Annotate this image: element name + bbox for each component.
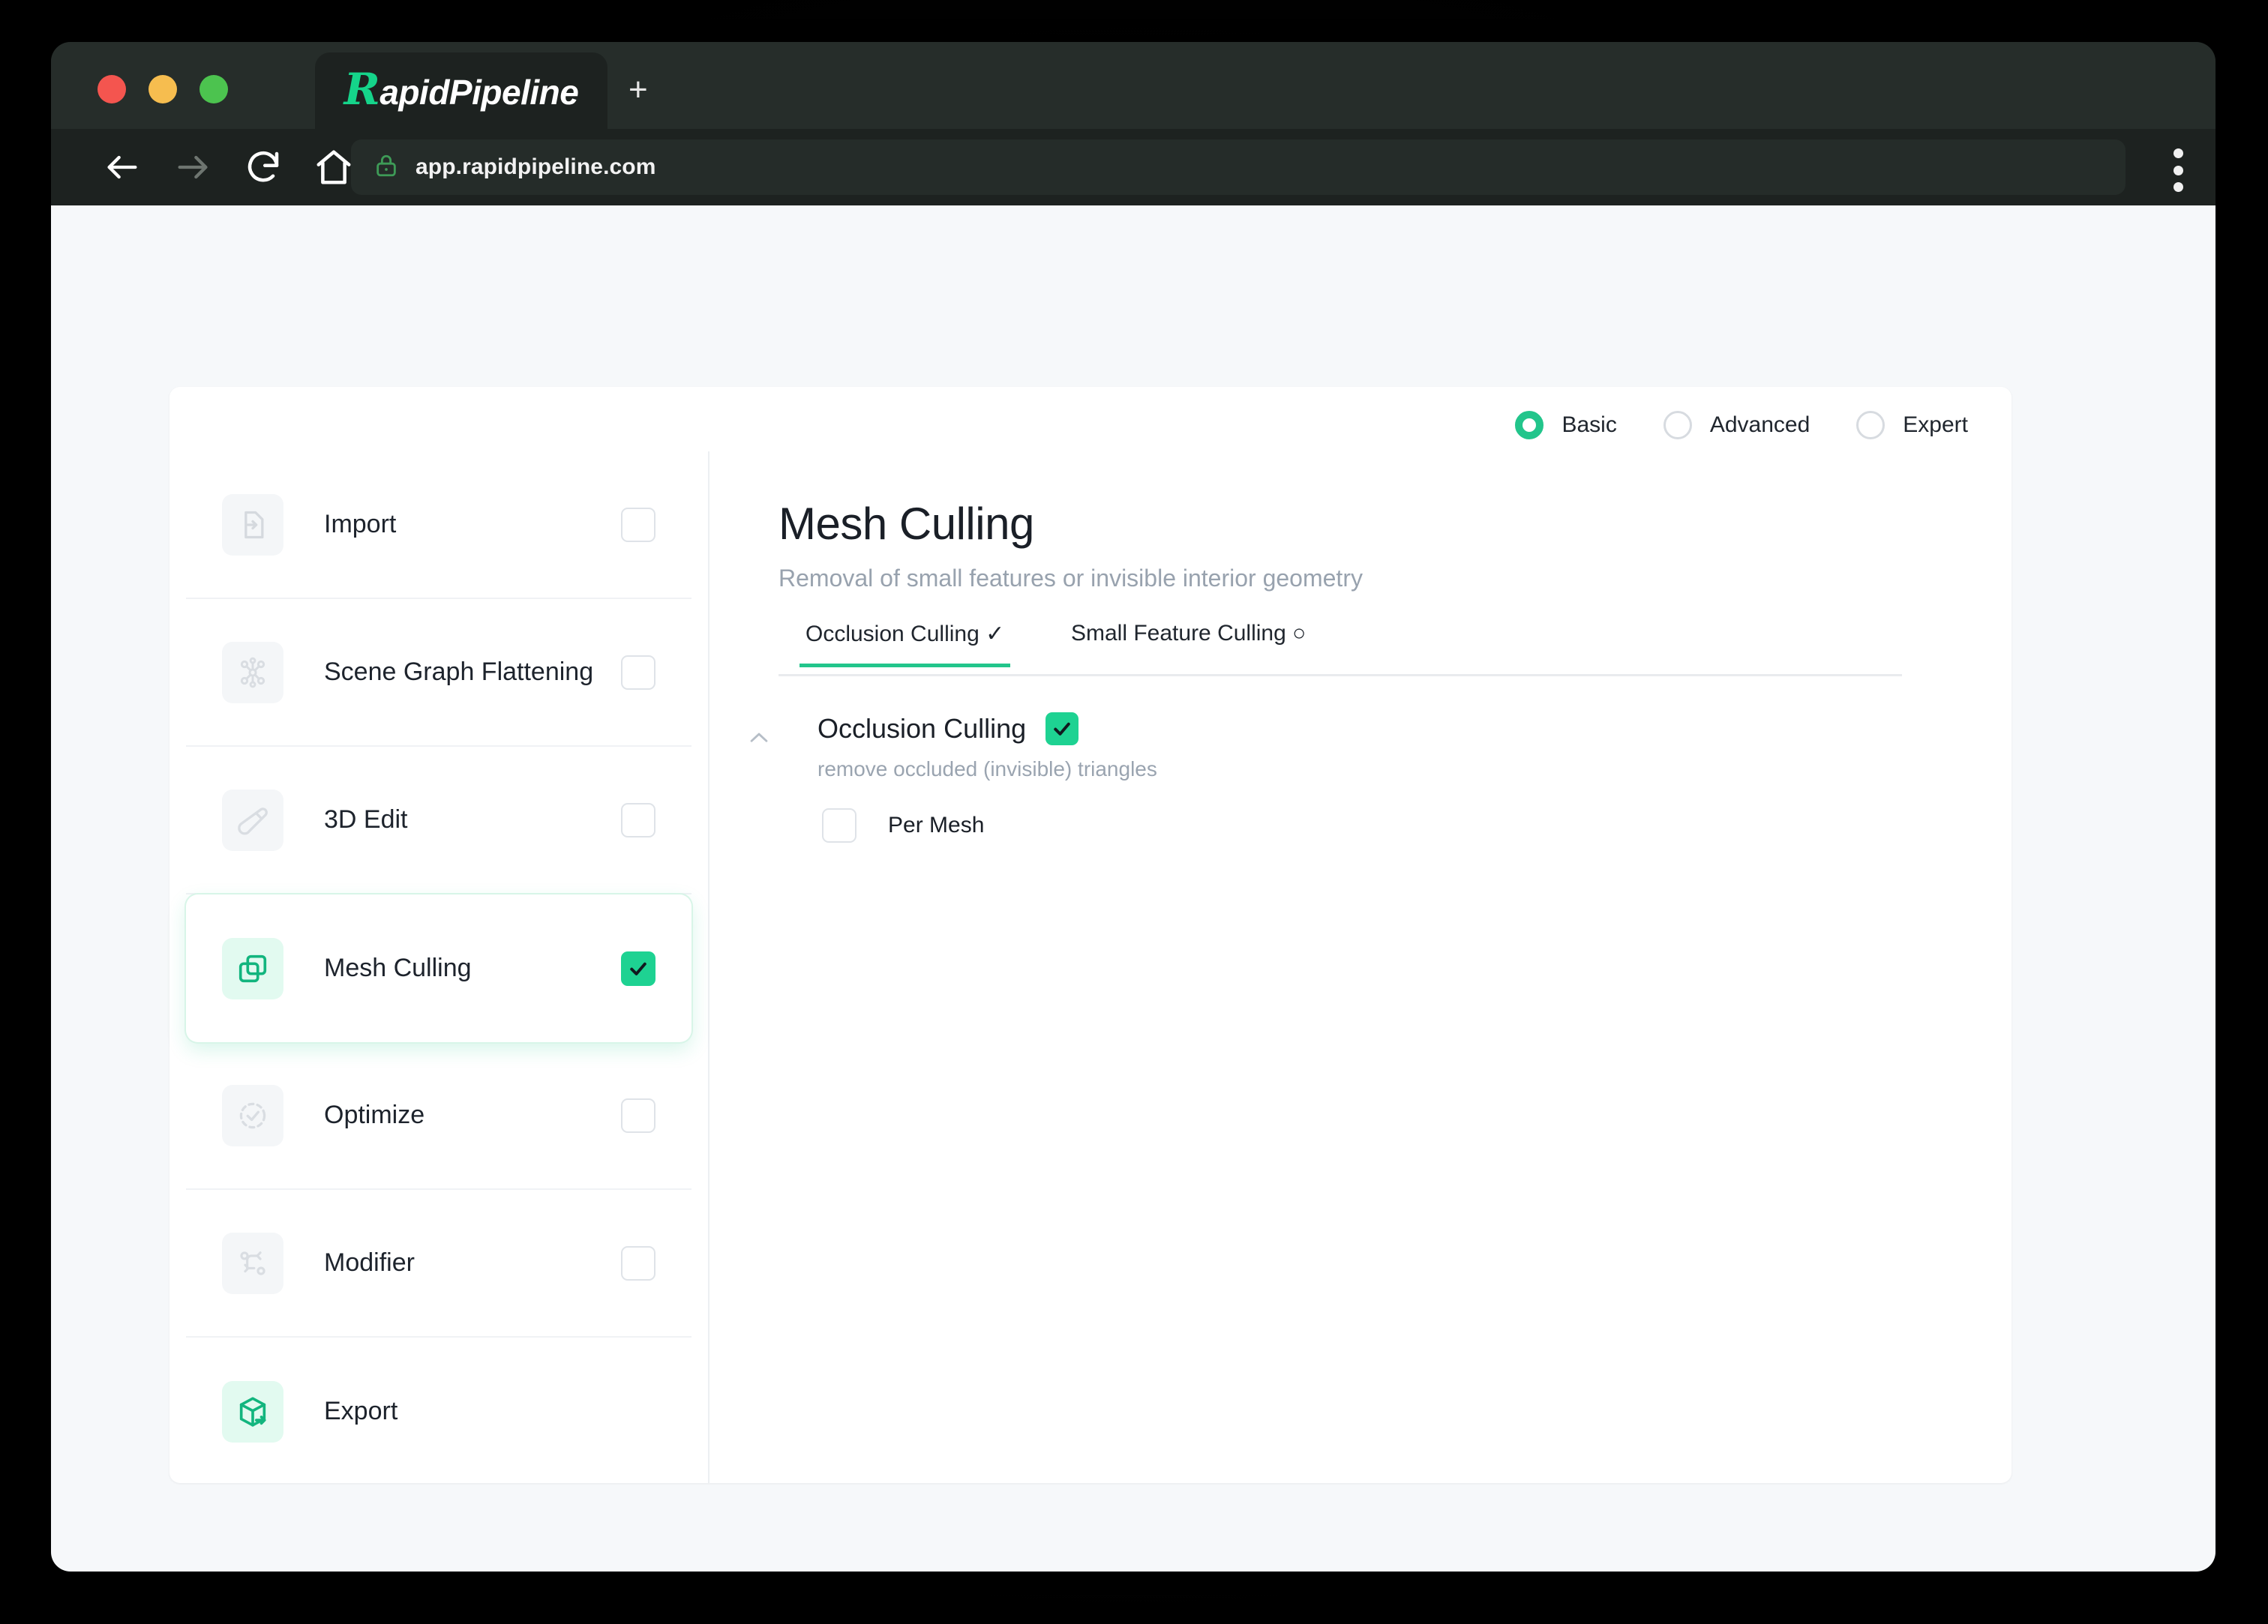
- maximize-window-button[interactable]: [200, 75, 228, 103]
- export-icon: [222, 1380, 284, 1443]
- occlusion-culling-title: Occlusion Culling: [818, 713, 1027, 744]
- sidebar-item-import[interactable]: Import: [186, 451, 692, 599]
- scene-graph-icon: [222, 641, 284, 703]
- url-text: app.rapidpipeline.com: [416, 154, 656, 179]
- sidebar-item-label: Scene Graph Flattening: [324, 658, 594, 686]
- sidebar-item-optimize[interactable]: Optimize: [186, 1042, 692, 1190]
- import-icon: [222, 493, 284, 556]
- mode-option-expert[interactable]: Expert: [1856, 411, 1968, 439]
- page-viewport: Basic Advanced Expert Import Scene Graph…: [51, 205, 2216, 1572]
- sidebar-checkbox-3d-edit[interactable]: [621, 802, 656, 837]
- optimize-icon: [222, 1084, 284, 1146]
- lock-icon: [374, 153, 399, 182]
- per-mesh-label: Per Mesh: [888, 813, 985, 837]
- mode-option-advanced[interactable]: Advanced: [1663, 411, 1810, 439]
- pipeline-step-sidebar: Import Scene Graph Flattening 3D Edit Me…: [170, 451, 710, 1483]
- radio-basic-icon[interactable]: [1515, 411, 1544, 439]
- mode-label-basic: Basic: [1562, 412, 1617, 437]
- chevron-up-icon[interactable]: [746, 724, 772, 751]
- sidebar-item-label: 3D Edit: [324, 805, 408, 834]
- radio-expert-icon[interactable]: [1856, 411, 1886, 439]
- sidebar-item-mesh-culling[interactable]: Mesh Culling: [186, 894, 692, 1042]
- sidebar-item-label: Modifier: [324, 1248, 415, 1277]
- sidebar-checkbox-optimize[interactable]: [621, 1098, 656, 1133]
- desktop-background: RapidPipeline + app.rapidpipeline.com Ba…: [0, 0, 2268, 1624]
- browser-toolbar: app.rapidpipeline.com: [51, 129, 2216, 205]
- mode-label-advanced: Advanced: [1709, 412, 1810, 437]
- browser-titlebar: RapidPipeline +: [51, 42, 2216, 129]
- step-settings-panel: Mesh Culling Removal of small features o…: [711, 451, 2012, 1483]
- sidebar-checkbox-scene-graph-flattening[interactable]: [621, 655, 656, 690]
- mode-option-basic[interactable]: Basic: [1515, 411, 1617, 439]
- window-controls: [98, 75, 228, 103]
- occlusion-culling-description: remove occluded (invisible) triangles: [818, 757, 1157, 781]
- occlusion-culling-option: Occlusion Culling remove occluded (invis…: [750, 712, 1959, 843]
- pipeline-settings-card: Basic Advanced Expert Import Scene Graph…: [170, 387, 2012, 1483]
- page-title: Mesh Culling: [778, 499, 1034, 549]
- browser-window: RapidPipeline + app.rapidpipeline.com Ba…: [51, 42, 2216, 1572]
- occlusion-culling-checkbox[interactable]: [1046, 712, 1079, 745]
- sidebar-checkbox-import[interactable]: [621, 507, 656, 542]
- sidebar-item-label: Mesh Culling: [324, 954, 472, 982]
- logo-mark-icon: R: [344, 63, 380, 115]
- occlusion-culling-header: Occlusion Culling: [818, 712, 1959, 745]
- page-subtitle: Removal of small features or invisible i…: [778, 565, 1363, 592]
- sidebar-item-label: Import: [324, 510, 397, 538]
- mode-label-expert: Expert: [1903, 412, 1968, 437]
- logo-wordmark: apidPipeline: [380, 72, 579, 112]
- per-mesh-checkbox[interactable]: [822, 808, 856, 843]
- close-window-button[interactable]: [98, 75, 126, 103]
- sidebar-item-export[interactable]: Export: [186, 1338, 692, 1485]
- sidebar-item-scene-graph-flattening[interactable]: Scene Graph Flattening: [186, 599, 692, 747]
- sidebar-item-3d-edit[interactable]: 3D Edit: [186, 747, 692, 894]
- mesh-culling-icon: [222, 937, 284, 999]
- new-tab-button[interactable]: +: [628, 73, 648, 106]
- rapidpipeline-logo: RapidPipeline: [344, 63, 579, 115]
- mode-selector: Basic Advanced Expert: [1515, 411, 1968, 439]
- more-options-icon[interactable]: [2170, 148, 2186, 192]
- sidebar-checkbox-mesh-culling[interactable]: [621, 951, 656, 986]
- edit-icon: [222, 789, 284, 851]
- back-arrow-icon[interactable]: [96, 141, 148, 193]
- tab-small-feature-culling[interactable]: Small Feature Culling ○: [1071, 621, 1306, 663]
- browser-tab-rapidpipeline[interactable]: RapidPipeline: [315, 52, 608, 129]
- sidebar-item-modifier[interactable]: Modifier: [186, 1190, 692, 1338]
- reload-icon[interactable]: [237, 141, 290, 193]
- sidebar-item-label: Optimize: [324, 1101, 425, 1129]
- sidebar-item-label: Export: [324, 1397, 398, 1425]
- forward-arrow-icon[interactable]: [166, 141, 219, 193]
- minimize-window-button[interactable]: [148, 75, 177, 103]
- radio-advanced-icon[interactable]: [1663, 411, 1692, 439]
- tab-occlusion-culling[interactable]: Occlusion Culling ✓: [800, 621, 1011, 667]
- sidebar-checkbox-modifier[interactable]: [621, 1245, 656, 1281]
- address-bar[interactable]: app.rapidpipeline.com: [351, 139, 2126, 195]
- per-mesh-option[interactable]: Per Mesh: [822, 808, 1959, 843]
- modifier-icon: [222, 1232, 284, 1294]
- settings-tabbar: Occlusion Culling ✓ Small Feature Cullin…: [778, 621, 1902, 676]
